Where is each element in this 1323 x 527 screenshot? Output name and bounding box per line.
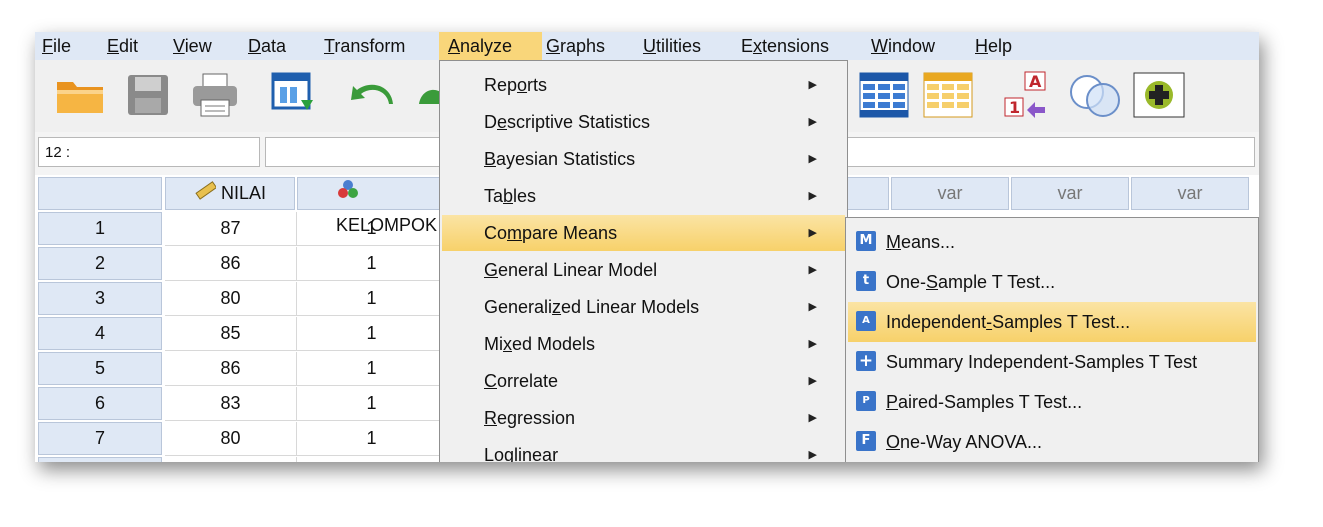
cell-nilai[interactable]: 87 xyxy=(165,212,297,246)
menu-analyze[interactable]: Analyze xyxy=(439,32,542,60)
save-icon[interactable] xyxy=(127,74,169,121)
submenu-arrow-icon: ▶ xyxy=(808,79,817,91)
row-header[interactable]: 4 xyxy=(38,317,162,350)
column-header-var[interactable]: var xyxy=(891,177,1009,210)
menu-item-correlate[interactable]: Correlate ▶ xyxy=(442,363,845,399)
anova-icon: F xyxy=(856,431,876,451)
cell-kelompok[interactable]: 1 xyxy=(297,387,447,421)
cell-nilai[interactable]: 86 xyxy=(165,352,297,386)
menu-file[interactable]: File xyxy=(38,32,75,60)
paired-t-icon: P xyxy=(856,391,876,411)
grid-corner[interactable] xyxy=(38,177,162,210)
menu-item-one-sample-t-test[interactable]: t One-Sample T Test... xyxy=(848,262,1256,302)
cell-kelompok[interactable]: 1 xyxy=(297,212,447,246)
column-header-nilai[interactable]: NILAI xyxy=(165,177,295,210)
ruler-icon xyxy=(194,179,218,210)
column-name: NILAI xyxy=(220,183,267,203)
cell-nilai[interactable]: 80 xyxy=(165,282,297,316)
goto-variable-icon[interactable] xyxy=(923,72,973,123)
recall-dialog-icon[interactable] xyxy=(271,72,317,123)
cell-kelompok[interactable]: 1 xyxy=(297,422,447,456)
submenu-arrow-icon: ▶ xyxy=(808,449,817,461)
row-header[interactable]: 7 xyxy=(38,422,162,455)
menu-item-tables[interactable]: Tables ▶ xyxy=(442,178,845,214)
menu-item-compare-means[interactable]: Compare Means ▶ xyxy=(442,215,845,251)
column-header-kelompok[interactable]: KELOMPOK xyxy=(297,177,447,235)
svg-text:A: A xyxy=(1029,72,1042,91)
menu-help[interactable]: Help xyxy=(971,32,1016,60)
use-sets-icon[interactable] xyxy=(1067,70,1125,125)
cell-nilai[interactable]: 86 xyxy=(165,247,297,281)
menu-item-summary-independent-samples-t-test[interactable]: + Summary Independent-Samples T Test xyxy=(848,342,1256,382)
submenu-arrow-icon: ▶ xyxy=(808,301,817,313)
submenu-arrow-icon: ▶ xyxy=(808,116,817,128)
means-icon: M xyxy=(856,231,876,251)
submenu-arrow-icon: ▶ xyxy=(808,227,817,239)
menu-extensions[interactable]: Extensions xyxy=(737,32,833,60)
menu-bar: File Edit View Data Transform Analyze Gr… xyxy=(35,32,1259,60)
cell-kelompok[interactable] xyxy=(297,457,447,462)
extension-hub-icon[interactable] xyxy=(1133,72,1185,123)
cell-nilai[interactable]: 83 xyxy=(165,387,297,421)
cell-nilai[interactable] xyxy=(165,457,297,462)
submenu-arrow-icon: ▶ xyxy=(808,375,817,387)
cell-kelompok[interactable]: 1 xyxy=(297,317,447,351)
row-header[interactable]: 3 xyxy=(38,282,162,315)
menu-item-bayesian-statistics[interactable]: Bayesian Statistics ▶ xyxy=(442,141,845,177)
print-icon[interactable] xyxy=(191,72,239,123)
row-header[interactable]: 8 xyxy=(38,457,162,462)
menu-transform[interactable]: Transform xyxy=(320,32,409,60)
analyze-dropdown-menu: Reports ▶ Descriptive Statistics ▶ Bayesia… xyxy=(439,60,848,462)
submenu-arrow-icon: ▶ xyxy=(808,153,817,165)
column-header-var[interactable]: var xyxy=(1131,177,1249,210)
menu-item-reports[interactable]: Reports ▶ xyxy=(442,67,845,103)
menu-item-general-linear-model[interactable]: General Linear Model ▶ xyxy=(442,252,845,288)
menu-edit[interactable]: Edit xyxy=(103,32,142,60)
cell-kelompok[interactable]: 1 xyxy=(297,352,447,386)
row-header[interactable]: 2 xyxy=(38,247,162,280)
cell-kelompok[interactable]: 1 xyxy=(297,247,447,281)
menu-graphs[interactable]: Graphs xyxy=(542,32,609,60)
menu-item-regression[interactable]: Regression ▶ xyxy=(442,400,845,436)
menu-window[interactable]: Window xyxy=(867,32,939,60)
row-header[interactable]: 5 xyxy=(38,352,162,385)
menu-item-one-way-anova[interactable]: F One-Way ANOVA... xyxy=(848,422,1256,462)
open-folder-icon[interactable] xyxy=(55,72,107,121)
goto-case-icon[interactable] xyxy=(859,72,909,123)
menu-item-loglinear[interactable]: Loglinear ▶ xyxy=(442,437,845,462)
spss-window: File Edit View Data Transform Analyze Gr… xyxy=(35,32,1259,462)
cell-nilai[interactable]: 85 xyxy=(165,317,297,351)
row-header[interactable]: 6 xyxy=(38,387,162,420)
submenu-arrow-icon: ▶ xyxy=(808,264,817,276)
menu-item-independent-samples-t-test[interactable]: A Independent-Samples T Test... xyxy=(848,302,1256,342)
summary-plus-icon: + xyxy=(856,351,876,371)
svg-text:1: 1 xyxy=(1009,98,1020,117)
menu-view[interactable]: View xyxy=(169,32,216,60)
menu-item-means[interactable]: M Means... xyxy=(848,222,1256,262)
compare-means-submenu: M Means... t One-Sample T Test... A Inde… xyxy=(845,217,1259,462)
independent-t-icon: A xyxy=(856,311,876,331)
menu-item-paired-samples-t-test[interactable]: P Paired-Samples T Test... xyxy=(848,382,1256,422)
column-header-blank[interactable] xyxy=(847,177,889,210)
menu-item-descriptive-statistics[interactable]: Descriptive Statistics ▶ xyxy=(442,104,845,140)
undo-icon[interactable] xyxy=(349,80,395,115)
cell-nilai[interactable]: 80 xyxy=(165,422,297,456)
menu-utilities[interactable]: Utilities xyxy=(639,32,705,60)
value-labels-icon[interactable]: A1 xyxy=(1003,70,1053,125)
submenu-arrow-icon: ▶ xyxy=(808,338,817,350)
cell-kelompok[interactable]: 1 xyxy=(297,282,447,316)
column-header-var[interactable]: var xyxy=(1011,177,1129,210)
nominal-icon xyxy=(336,178,360,210)
submenu-arrow-icon: ▶ xyxy=(808,190,817,202)
cell-reference-box[interactable]: 12 : xyxy=(38,137,260,167)
row-header[interactable]: 1 xyxy=(38,212,162,245)
menu-data[interactable]: Data xyxy=(244,32,290,60)
menu-item-mixed-models[interactable]: Mixed Models ▶ xyxy=(442,326,845,362)
submenu-arrow-icon: ▶ xyxy=(808,412,817,424)
menu-item-generalized-linear-models[interactable]: Generalized Linear Models ▶ xyxy=(442,289,845,325)
one-sample-t-icon: t xyxy=(856,271,876,291)
